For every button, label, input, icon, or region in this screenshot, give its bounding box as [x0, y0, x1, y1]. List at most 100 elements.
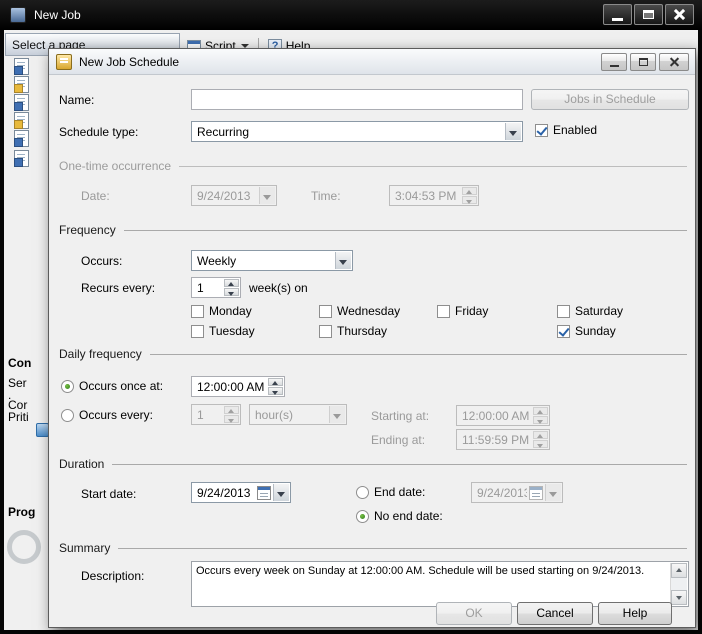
- starting-at-label: Starting at:: [371, 409, 429, 423]
- page-item-icon[interactable]: [14, 150, 29, 167]
- name-label: Name:: [59, 93, 94, 107]
- chevron-down-icon: [259, 187, 275, 204]
- spin-down-button[interactable]: [268, 387, 283, 395]
- day-checkbox-tuesday[interactable]: Tuesday: [191, 324, 255, 338]
- schedule-dialog-icon: [56, 54, 72, 70]
- end-date-picker: 9/24/2013: [471, 482, 563, 503]
- ending-at-label: Ending at:: [371, 433, 425, 447]
- monday-checkbox[interactable]: [191, 305, 204, 318]
- chevron-down-icon: [545, 484, 561, 501]
- occurs-once-radio[interactable]: [61, 380, 74, 393]
- page-item-icon[interactable]: [14, 130, 29, 147]
- day-checkbox-saturday[interactable]: Saturday: [557, 304, 623, 318]
- group-line: [59, 548, 687, 549]
- ok-button[interactable]: OK: [436, 602, 512, 625]
- minimize-button[interactable]: [603, 4, 632, 25]
- occurs-select[interactable]: Weekly: [191, 250, 353, 271]
- jobs-in-schedule-button[interactable]: Jobs in Schedule: [531, 89, 689, 110]
- no-end-date-radio[interactable]: [356, 510, 369, 523]
- day-checkbox-wednesday[interactable]: Wednesday: [319, 304, 400, 318]
- maximize-button[interactable]: [634, 4, 663, 25]
- dialog-minimize-button[interactable]: [601, 53, 627, 71]
- spin-up-button[interactable]: [224, 279, 239, 287]
- day-checkbox-monday[interactable]: Monday: [191, 304, 252, 318]
- enabled-checkbox-row[interactable]: Enabled: [535, 123, 597, 137]
- wednesday-checkbox[interactable]: [319, 305, 332, 318]
- minimize-icon: [610, 65, 619, 67]
- time-label: Time:: [311, 189, 341, 203]
- weeks-on-label: week(s) on: [249, 281, 308, 295]
- close-icon: [673, 8, 686, 21]
- day-checkbox-sunday[interactable]: Sunday: [557, 324, 616, 338]
- cancel-button[interactable]: Cancel: [517, 602, 593, 625]
- description-box[interactable]: Occurs every week on Sunday at 12:00:00 …: [191, 561, 689, 607]
- scroll-down-button[interactable]: [671, 590, 687, 605]
- new-job-window-titlebar: New Job: [0, 0, 702, 30]
- dialog-titlebar[interactable]: New Job Schedule: [49, 49, 695, 75]
- minimize-icon: [612, 18, 623, 21]
- page-item-icon[interactable]: [14, 76, 29, 93]
- end-date-radio[interactable]: [356, 486, 369, 499]
- occurs-every-unit-select: hour(s): [249, 404, 347, 425]
- duration-group: Duration: [59, 457, 687, 472]
- occurs-label: Occurs:: [81, 254, 122, 268]
- maximize-icon: [639, 58, 648, 66]
- one-time-time-spinner: 3:04:53 PM: [389, 185, 479, 206]
- start-date-picker[interactable]: 9/24/2013: [191, 482, 291, 503]
- dialog-maximize-button[interactable]: [630, 53, 656, 71]
- close-button[interactable]: [665, 4, 694, 25]
- name-input[interactable]: [191, 89, 523, 110]
- saturday-checkbox[interactable]: [557, 305, 570, 318]
- sunday-checkbox[interactable]: [557, 325, 570, 338]
- starting-at-spinner: 12:00:00 AM: [456, 405, 550, 426]
- dialog-title: New Job Schedule: [79, 55, 179, 69]
- spin-up-icon: [533, 407, 548, 415]
- help-button[interactable]: Help: [598, 602, 672, 625]
- new-job-window-icon: [10, 7, 26, 23]
- daily-frequency-group: Daily frequency: [59, 347, 687, 362]
- close-icon: [669, 57, 680, 68]
- window-title: New Job: [34, 8, 81, 22]
- connection-section-header: Con: [8, 356, 31, 370]
- frequency-group: Frequency: [59, 223, 687, 238]
- occurs-every-radio-row[interactable]: Occurs every:: [61, 408, 153, 422]
- spin-down-button[interactable]: [224, 288, 239, 296]
- group-line: [59, 354, 687, 355]
- scroll-up-button[interactable]: [671, 563, 687, 578]
- ending-at-spinner: 11:59:59 PM: [456, 429, 550, 450]
- spin-up-icon: [533, 431, 548, 439]
- spin-up-button[interactable]: [268, 378, 283, 386]
- one-time-occurrence-group: One-time occurrence: [59, 159, 687, 174]
- enabled-checkbox[interactable]: [535, 124, 548, 137]
- occurs-every-value-spinner: 1: [191, 404, 241, 425]
- schedule-type-select[interactable]: Recurring: [191, 121, 523, 142]
- dialog-window-controls: [598, 53, 689, 71]
- thursday-checkbox[interactable]: [319, 325, 332, 338]
- occurs-every-radio[interactable]: [61, 409, 74, 422]
- day-checkbox-friday[interactable]: Friday: [437, 304, 488, 318]
- occurs-once-time-spinner[interactable]: 12:00:00 AM: [191, 376, 285, 397]
- end-date-radio-row[interactable]: End date:: [356, 485, 425, 499]
- schedule-type-label: Schedule type:: [59, 125, 138, 139]
- tuesday-checkbox[interactable]: [191, 325, 204, 338]
- calendar-icon: [257, 486, 271, 500]
- group-line: [59, 464, 687, 465]
- desktop: New Job Select a page Script Help: [0, 0, 702, 634]
- group-line: [59, 230, 687, 231]
- dialog-close-button[interactable]: [659, 53, 689, 71]
- start-date-label: Start date:: [81, 487, 136, 501]
- chevron-down-icon: [329, 406, 345, 423]
- page-item-icon[interactable]: [14, 94, 29, 111]
- recurs-every-spinner[interactable]: 1: [191, 277, 241, 298]
- friday-checkbox[interactable]: [437, 305, 450, 318]
- description-scrollbar[interactable]: [670, 563, 687, 605]
- window-controls: [601, 4, 694, 25]
- page-item-icon[interactable]: [14, 112, 29, 129]
- day-checkbox-thursday[interactable]: Thursday: [319, 324, 387, 338]
- occurs-once-radio-row[interactable]: Occurs once at:: [61, 379, 163, 393]
- page-item-icon[interactable]: [14, 58, 29, 75]
- no-end-date-radio-row[interactable]: No end date:: [356, 509, 443, 523]
- one-time-date-select: 9/24/2013: [191, 185, 277, 206]
- progress-spinner: [7, 530, 41, 564]
- spin-down-icon: [533, 416, 548, 424]
